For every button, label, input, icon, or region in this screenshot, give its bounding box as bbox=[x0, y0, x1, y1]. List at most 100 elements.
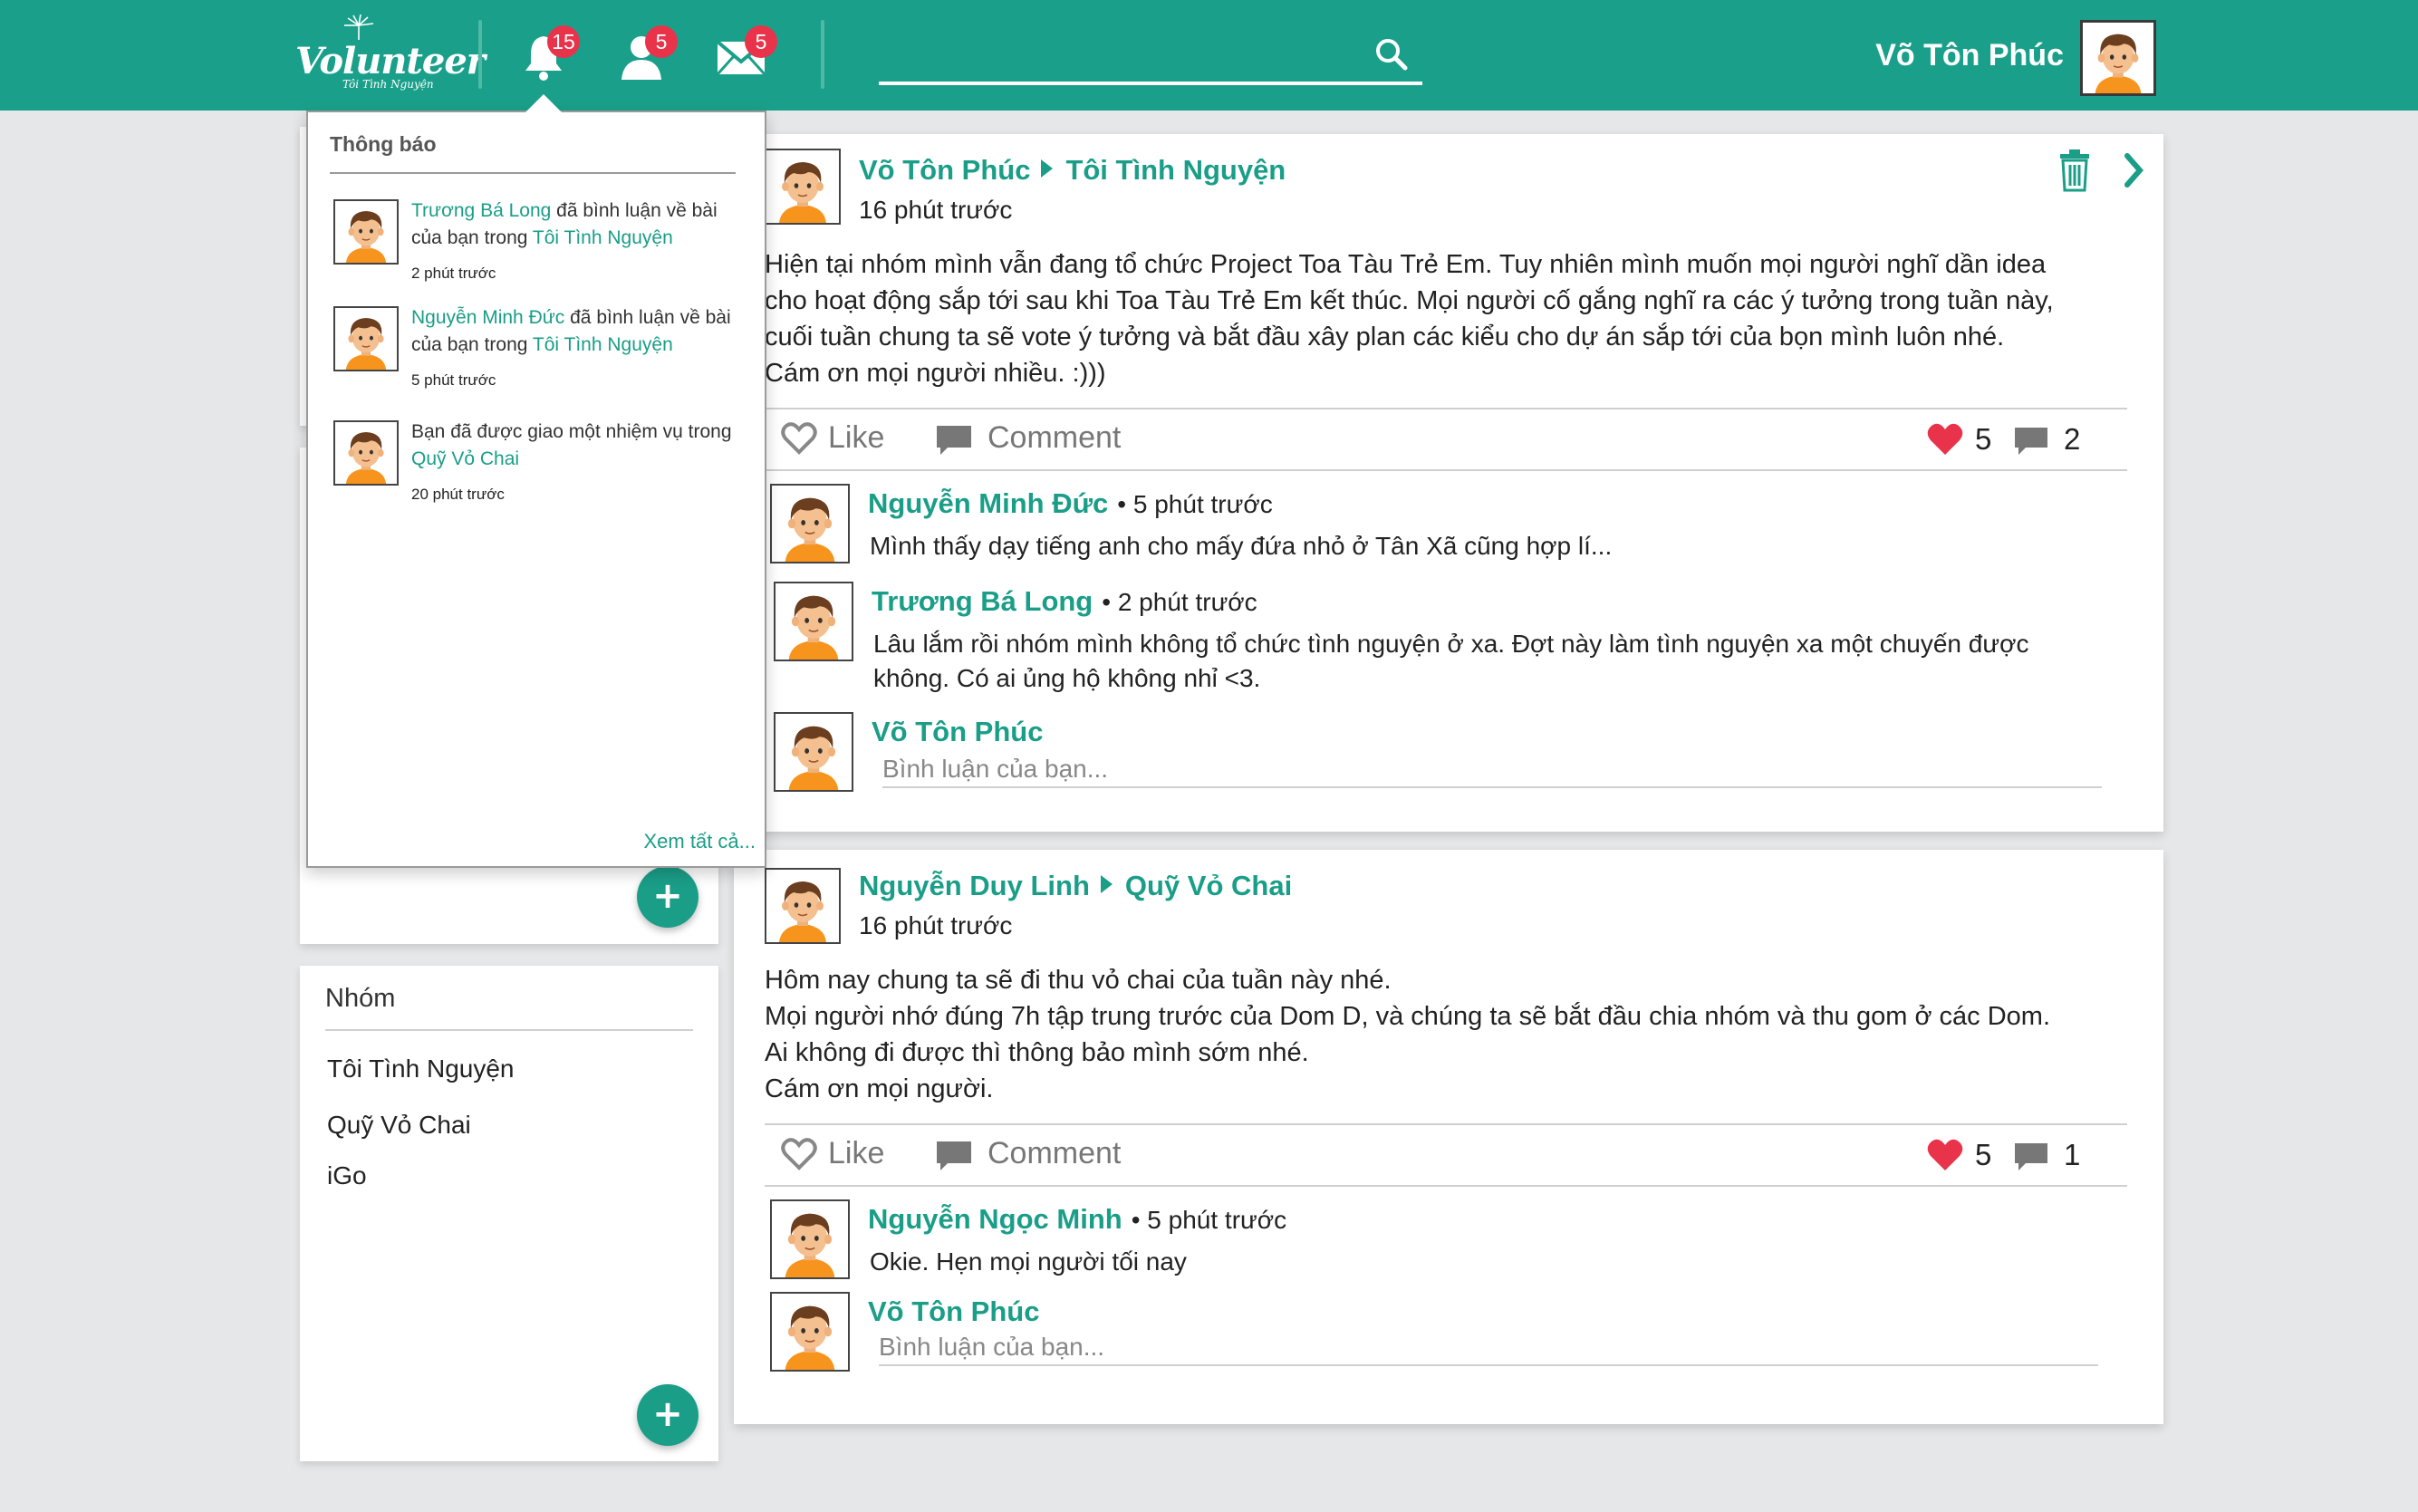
current-user-name[interactable]: Võ Tôn Phúc bbox=[1875, 38, 2064, 73]
post-body: Hiện tại nhóm mình vẫn đang tổ chức Proj… bbox=[765, 246, 2151, 391]
likes-count: 5 bbox=[1975, 1138, 1992, 1171]
comment-header: Nguyễn Minh Đức • 5 phút trước bbox=[868, 487, 1273, 520]
comment-line: Lâu lắm rồi nhóm mình không tổ chức tình… bbox=[873, 630, 2029, 658]
post-group[interactable]: Quỹ Vỏ Chai bbox=[1125, 870, 1292, 901]
reply-author: Võ Tôn Phúc bbox=[868, 1295, 1040, 1327]
avatar bbox=[333, 199, 399, 265]
notification-group[interactable]: Tôi Tình Nguyện bbox=[533, 334, 673, 355]
divider bbox=[765, 408, 2127, 409]
post-line: Hôm nay chung ta sẽ đi thu vỏ chai của t… bbox=[765, 966, 1392, 995]
group-item[interactable]: Tôi Tình Nguyện bbox=[327, 1055, 515, 1083]
logo-tagline: Tôi Tình Nguyện bbox=[342, 78, 434, 91]
notification-group[interactable]: Quỹ Vỏ Chai bbox=[411, 448, 519, 469]
post-group[interactable]: Tôi Tình Nguyện bbox=[1065, 154, 1286, 186]
comment-button[interactable]: Comment bbox=[987, 420, 1121, 456]
current-user-avatar bbox=[770, 1292, 850, 1372]
comment-button[interactable]: Comment bbox=[987, 1136, 1121, 1171]
notification-time: 2 phút trước bbox=[411, 265, 496, 282]
groups-title: Nhóm bbox=[325, 984, 396, 1013]
volunteer-logo[interactable]: Volunteer Tôi Tình Nguyện bbox=[295, 14, 486, 94]
comment-icon bbox=[2015, 428, 2047, 455]
post-line: cho hoạt động sắp tới sau khi Toa Tàu Tr… bbox=[765, 286, 2054, 315]
comment-time: • 5 phút trước bbox=[1117, 490, 1273, 518]
comment-icon bbox=[2015, 1143, 2047, 1170]
messages-badge: 5 bbox=[745, 25, 777, 58]
post-time: 16 phút trước bbox=[859, 911, 1013, 939]
comment-input[interactable] bbox=[879, 1330, 2098, 1366]
comment-author[interactable]: Nguyễn Minh Đức bbox=[868, 487, 1108, 519]
comment-line: Mình thấy dạy tiếng anh cho mấy đứa nhỏ … bbox=[870, 532, 1613, 560]
notifications-dropdown: Thông báo Trương Bá Long đã bình luận về… bbox=[306, 111, 766, 868]
divider bbox=[325, 1029, 693, 1031]
notifications-button[interactable]: 15 bbox=[516, 25, 580, 83]
post-card: Võ Tôn Phúc Tôi Tình Nguyện 16 phút trước… bbox=[734, 134, 2163, 832]
commenter-avatar[interactable] bbox=[770, 484, 850, 563]
see-all-link[interactable]: Xem tất cả... bbox=[644, 830, 756, 853]
arrow-right-icon bbox=[1041, 159, 1054, 178]
post-author[interactable]: Nguyễn Duy Linh bbox=[859, 870, 1090, 901]
comment-line: không. Có ai ủng hộ không nhỉ <3. bbox=[873, 664, 1261, 692]
top-navbar: Volunteer Tôi Tình Nguyện 15 5 5 Võ Tôn … bbox=[0, 0, 2418, 111]
comment-input[interactable] bbox=[882, 752, 2102, 788]
trash-icon[interactable] bbox=[2057, 149, 2093, 192]
heart-outline-icon[interactable] bbox=[781, 1138, 817, 1170]
like-button[interactable]: Like bbox=[828, 420, 884, 456]
comment-header: Nguyễn Ngọc Minh • 5 phút trước bbox=[868, 1203, 1286, 1236]
add-group-button[interactable]: + bbox=[637, 1384, 698, 1446]
search-input[interactable] bbox=[879, 82, 1422, 85]
post-header: Võ Tôn Phúc Tôi Tình Nguyện bbox=[859, 154, 1286, 187]
search-icon[interactable] bbox=[1373, 36, 1410, 72]
heart-icon[interactable] bbox=[1926, 422, 1964, 457]
commenter-avatar[interactable] bbox=[770, 1199, 850, 1279]
notification-actor[interactable]: Trương Bá Long bbox=[411, 200, 551, 221]
divider bbox=[330, 172, 736, 174]
like-button[interactable]: Like bbox=[828, 1136, 884, 1171]
post-line: Cám ơn mọi người nhiều. :))) bbox=[765, 359, 1106, 388]
comment-text: Okie. Hẹn mọi người tối nay bbox=[870, 1245, 2120, 1279]
notifications-badge: 15 bbox=[547, 25, 580, 58]
notification-actor[interactable]: Nguyễn Minh Đức bbox=[411, 307, 564, 328]
logo-wordmark: Volunteer bbox=[295, 40, 486, 82]
messages-button[interactable]: 5 bbox=[714, 25, 777, 83]
post-body: Hôm nay chung ta sẽ đi thu vỏ chai của t… bbox=[765, 962, 2151, 1107]
dropdown-arrow bbox=[525, 94, 562, 112]
divider bbox=[821, 20, 824, 89]
divider bbox=[765, 1123, 2127, 1125]
friends-button[interactable]: 5 bbox=[614, 25, 678, 83]
comments-count: 1 bbox=[2064, 1138, 2081, 1171]
chevron-right-icon[interactable] bbox=[2124, 152, 2145, 188]
comment-time: • 5 phút trước bbox=[1131, 1206, 1287, 1234]
heart-icon[interactable] bbox=[1926, 1138, 1964, 1172]
notification-group[interactable]: Tôi Tình Nguyện bbox=[533, 227, 673, 248]
friends-badge: 5 bbox=[645, 25, 678, 58]
group-item[interactable]: Quỹ Vỏ Chai bbox=[327, 1111, 471, 1140]
notifications-title: Thông báo bbox=[330, 132, 437, 156]
commenter-avatar[interactable] bbox=[774, 582, 853, 661]
current-user-avatar[interactable] bbox=[2080, 20, 2156, 96]
comment-time: • 2 phút trước bbox=[1102, 588, 1257, 616]
author-avatar[interactable] bbox=[765, 149, 841, 225]
comment-text: Lâu lắm rồi nhóm mình không tổ chức tình… bbox=[873, 627, 2124, 696]
comment-header: Trương Bá Long • 2 phút trước bbox=[872, 585, 1257, 618]
comment-author[interactable]: Nguyễn Ngọc Minh bbox=[868, 1203, 1122, 1235]
post-author[interactable]: Võ Tôn Phúc bbox=[859, 154, 1030, 186]
notification-text: Trương Bá Long đã bình luận về bài của b… bbox=[411, 197, 743, 252]
notification-time: 20 phút trước bbox=[411, 486, 505, 503]
author-avatar[interactable] bbox=[765, 868, 841, 944]
post-line: Hiện tại nhóm mình vẫn đang tổ chức Proj… bbox=[765, 250, 2047, 279]
comment-line: Okie. Hẹn mọi người tối nay bbox=[870, 1247, 1187, 1276]
comment-text: Mình thấy dạy tiếng anh cho mấy đứa nhỏ … bbox=[870, 529, 2120, 563]
comment-author[interactable]: Trương Bá Long bbox=[872, 585, 1093, 617]
post-line: Cám ơn mọi người. bbox=[765, 1074, 994, 1103]
add-event-button[interactable]: + bbox=[637, 866, 698, 928]
divider bbox=[765, 1185, 2127, 1187]
divider bbox=[765, 469, 2127, 471]
current-user-avatar bbox=[774, 712, 853, 792]
notification-message: Bạn đã được giao một nhiệm vụ trong bbox=[411, 421, 732, 442]
post-time: 16 phút trước bbox=[859, 196, 1013, 224]
comment-icon[interactable] bbox=[935, 1140, 973, 1172]
comment-icon[interactable] bbox=[935, 424, 973, 457]
dandelion-icon bbox=[344, 14, 374, 40]
group-item[interactable]: iGo bbox=[327, 1161, 367, 1190]
heart-outline-icon[interactable] bbox=[781, 422, 817, 455]
